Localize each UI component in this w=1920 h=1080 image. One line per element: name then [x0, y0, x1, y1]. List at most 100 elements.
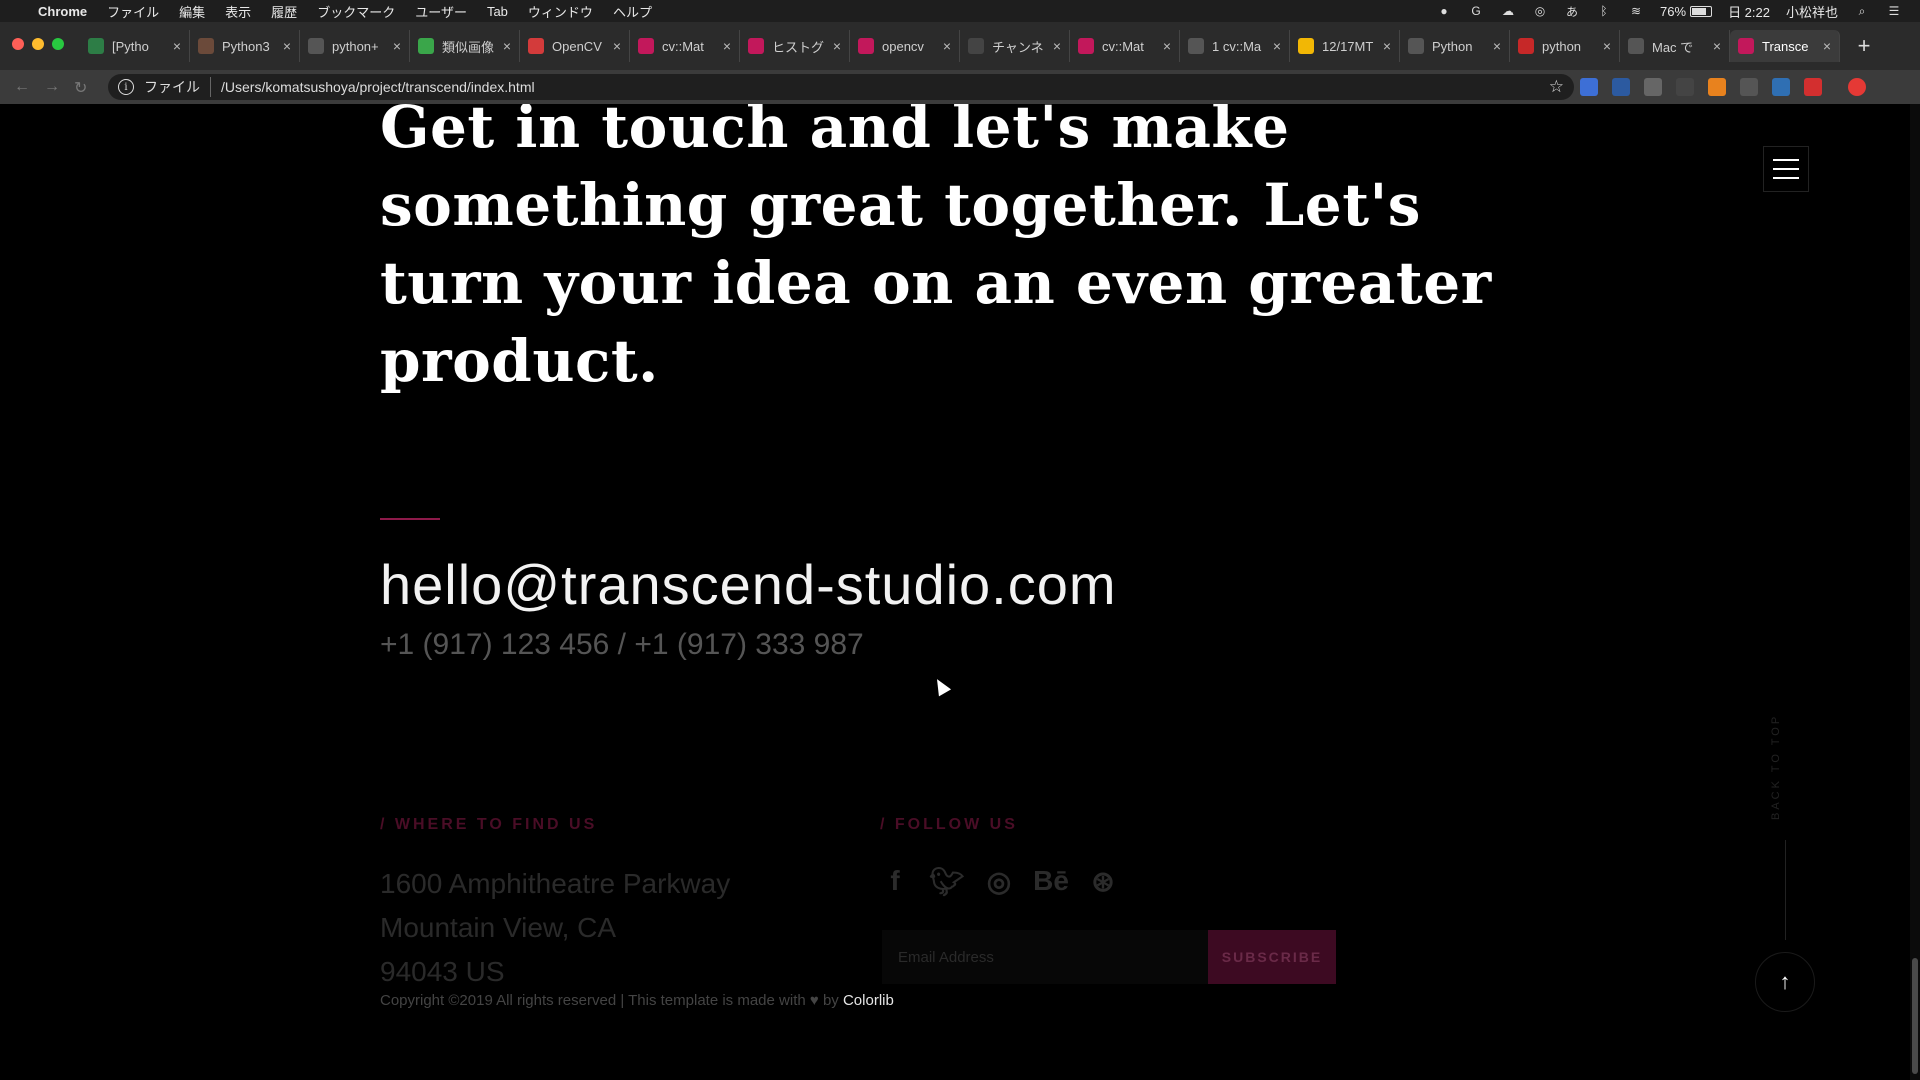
arrow-up-icon: ↑: [1779, 969, 1791, 994]
menu-people[interactable]: ユーザー: [415, 2, 467, 21]
spotlight-icon[interactable]: ⌕: [1854, 4, 1870, 18]
selenium-extension-icon[interactable]: [1740, 78, 1758, 96]
colorlib-link[interactable]: Colorlib: [843, 992, 894, 1009]
back-icon[interactable]: ←: [14, 78, 30, 98]
tab-close-icon[interactable]: ×: [1053, 38, 1061, 54]
menu-tab[interactable]: Tab: [487, 4, 508, 19]
copyright-by: by: [822, 992, 839, 1009]
browser-tab[interactable]: ヒストグ ×: [740, 30, 850, 62]
subscribe-button[interactable]: SUBSCRIBE: [1208, 930, 1336, 984]
dribbble-icon[interactable]: ⊛: [1088, 866, 1118, 897]
facebook-icon[interactable]: f: [880, 865, 910, 896]
tab-close-icon[interactable]: ×: [723, 38, 731, 54]
copyright-text: Copyright ©2019 All rights reserved | Th…: [380, 992, 894, 1009]
browser-tab[interactable]: Python3 ×: [190, 30, 300, 62]
tab-close-icon[interactable]: ×: [833, 38, 841, 54]
reload-icon[interactable]: ↻: [74, 78, 87, 98]
browser-tab[interactable]: Mac で ×: [1620, 30, 1730, 62]
tab-title: opencv: [882, 38, 924, 54]
record-icon[interactable]: ●: [1436, 4, 1452, 18]
browser-tab[interactable]: 1 cv::Ma ×: [1180, 30, 1290, 62]
browser-tab[interactable]: チャンネ ×: [960, 30, 1070, 62]
menu-view[interactable]: 表示: [225, 2, 251, 21]
tab-title: cv::Mat: [662, 38, 704, 54]
menu-help[interactable]: ヘルプ: [613, 2, 652, 21]
tab-title: Mac で: [1652, 39, 1694, 55]
back-to-top-label[interactable]: BACK TO TOP: [1770, 714, 1782, 820]
browser-tab[interactable]: opencv ×: [850, 30, 960, 62]
instagram-icon[interactable]: ◎: [984, 866, 1014, 897]
tab-close-icon[interactable]: ×: [503, 38, 511, 54]
tab-close-icon[interactable]: ×: [283, 38, 291, 54]
tab-title: OpenCV: [552, 38, 602, 54]
hamburger-menu-button[interactable]: [1763, 146, 1809, 192]
tab-close-icon[interactable]: ×: [1273, 38, 1281, 54]
tab-title: cv::Mat: [1102, 38, 1144, 54]
page-scrollbar[interactable]: [1910, 104, 1920, 1080]
extension-icon[interactable]: [1644, 78, 1662, 96]
browser-tab[interactable]: Python ×: [1400, 30, 1510, 62]
new-tab-button[interactable]: +: [1848, 30, 1880, 62]
scrollbar-thumb[interactable]: [1912, 958, 1918, 1074]
page-content: Get in touch and let's make something gr…: [0, 104, 1920, 1080]
dictionary-extension-icon[interactable]: [1612, 78, 1630, 96]
browser-tab[interactable]: Transce ×: [1730, 30, 1840, 62]
browser-tab[interactable]: python ×: [1510, 30, 1620, 62]
qr-extension-icon[interactable]: [1676, 78, 1694, 96]
app-menu-chrome[interactable]: Chrome: [38, 4, 87, 19]
tab-close-icon[interactable]: ×: [1823, 38, 1831, 54]
cloud-icon[interactable]: ☁: [1500, 4, 1516, 18]
tab-close-icon[interactable]: ×: [173, 38, 181, 54]
browser-tab[interactable]: python+ ×: [300, 30, 410, 62]
browser-tab[interactable]: OpenCV ×: [520, 30, 630, 62]
close-window-button[interactable]: [12, 38, 24, 50]
clock[interactable]: 日 2:22: [1728, 2, 1770, 21]
minimize-window-button[interactable]: [32, 38, 44, 50]
translate-extension-icon[interactable]: [1580, 78, 1598, 96]
address-bar[interactable]: i ファイル /Users/komatsushoya/project/trans…: [108, 74, 1574, 100]
tab-close-icon[interactable]: ×: [1493, 38, 1501, 54]
contact-email-link[interactable]: hello@transcend-studio.com: [380, 552, 1117, 617]
grammarly-icon[interactable]: G: [1468, 4, 1484, 18]
menu-bookmarks[interactable]: ブックマーク: [317, 2, 395, 21]
address-url[interactable]: /Users/komatsushoya/project/transcend/in…: [221, 79, 535, 95]
address-line: 94043 US: [380, 956, 505, 987]
tab-close-icon[interactable]: ×: [1603, 38, 1611, 54]
browser-tab[interactable]: cv::Mat ×: [630, 30, 740, 62]
zoom-window-button[interactable]: [52, 38, 64, 50]
page-headline: Get in touch and let's make something gr…: [380, 104, 1492, 395]
input-method-icon[interactable]: あ: [1564, 4, 1580, 19]
info-icon[interactable]: i: [118, 79, 134, 95]
browser-tab[interactable]: cv::Mat ×: [1070, 30, 1180, 62]
tab-title: python+: [332, 38, 379, 54]
user-name[interactable]: 小松祥也: [1786, 2, 1838, 21]
menu-window[interactable]: ウィンドウ: [528, 2, 593, 21]
newsletter-email-input[interactable]: [882, 930, 1208, 984]
notification-center-icon[interactable]: ☰: [1886, 4, 1902, 18]
tab-close-icon[interactable]: ×: [393, 38, 401, 54]
behance-icon[interactable]: Bē: [1033, 865, 1069, 896]
twitter-icon[interactable]: 🐦︎: [929, 866, 965, 897]
profile-avatar[interactable]: [1848, 78, 1866, 96]
browser-tab[interactable]: 12/17MT ×: [1290, 30, 1400, 62]
menu-file[interactable]: ファイル: [107, 2, 159, 21]
creative-cloud-icon[interactable]: ◎: [1532, 4, 1548, 18]
battery-status[interactable]: 76%: [1660, 4, 1713, 19]
menu-edit[interactable]: 編集: [179, 2, 205, 21]
extension-icon[interactable]: [1772, 78, 1790, 96]
tab-close-icon[interactable]: ×: [1163, 38, 1171, 54]
metamask-extension-icon[interactable]: [1708, 78, 1726, 96]
menu-history[interactable]: 履歴: [271, 2, 297, 21]
tab-close-icon[interactable]: ×: [613, 38, 621, 54]
tab-close-icon[interactable]: ×: [943, 38, 951, 54]
tab-close-icon[interactable]: ×: [1383, 38, 1391, 54]
youtube-extension-icon[interactable]: [1804, 78, 1822, 96]
browser-tab[interactable]: 類似画像 ×: [410, 30, 520, 62]
bookmark-star-icon[interactable]: ☆: [1549, 77, 1564, 97]
tab-close-icon[interactable]: ×: [1713, 38, 1721, 54]
wifi-icon[interactable]: ≋: [1628, 4, 1644, 18]
forward-icon[interactable]: →: [44, 78, 60, 98]
bluetooth-icon[interactable]: ᛒ: [1596, 4, 1612, 18]
back-to-top-button[interactable]: ↑: [1755, 952, 1815, 1012]
browser-tab[interactable]: [Pytho ×: [80, 30, 190, 62]
